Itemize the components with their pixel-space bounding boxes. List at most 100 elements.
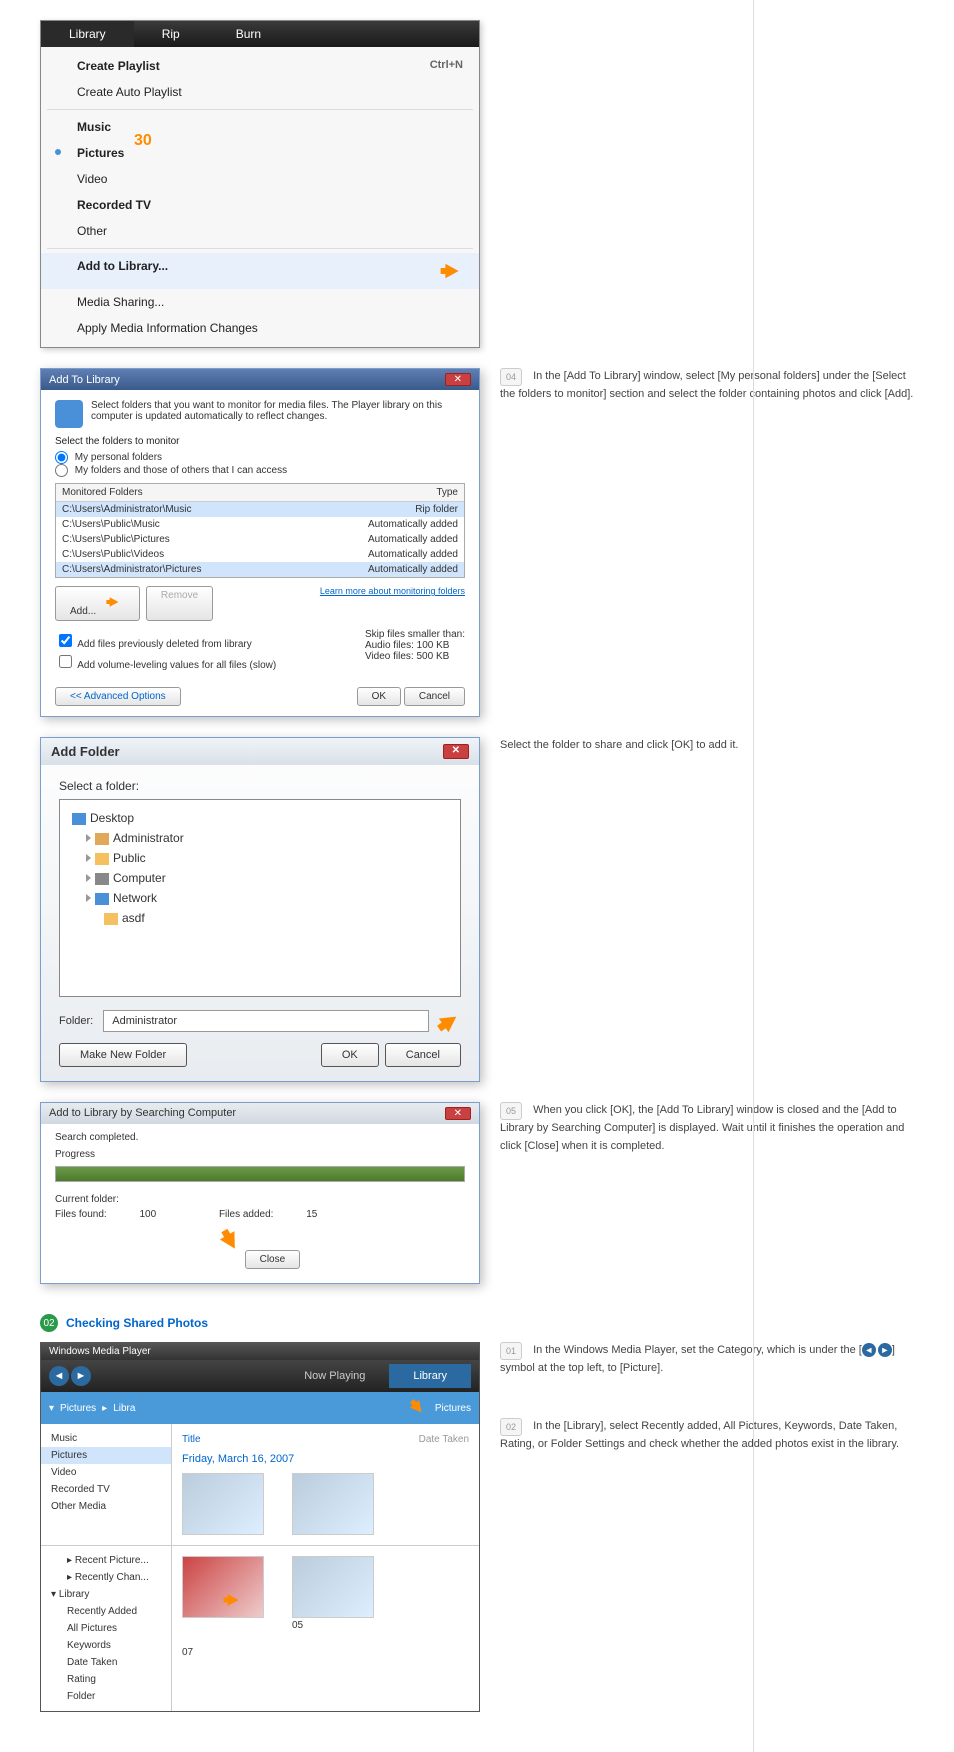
progress-bar — [55, 1166, 465, 1182]
menu-other[interactable]: Other — [41, 218, 479, 244]
add-folder-dialog: Add Folder ✕ Select a folder: Desktop Ad… — [40, 737, 480, 1082]
side-recently-changed[interactable]: ▸ Recently Chan... — [41, 1569, 171, 1586]
menu-recorded-tv[interactable]: Recorded TV — [41, 192, 479, 218]
skip-files-label: Skip files smaller than: — [365, 629, 465, 640]
cat-other-media[interactable]: Other Media — [41, 1498, 171, 1515]
tree-network[interactable]: Network — [68, 888, 452, 908]
desktop-icon — [72, 813, 86, 825]
user-icon — [95, 833, 109, 845]
date-group-header: Friday, March 16, 2007 — [182, 1453, 469, 1465]
info-icon — [55, 400, 83, 428]
tree-computer[interactable]: Computer — [68, 868, 452, 888]
learn-more-link[interactable]: Learn more about monitoring folders — [320, 586, 465, 596]
tree-administrator[interactable]: Administrator — [68, 828, 452, 848]
arrow-icon — [228, 1594, 239, 1606]
chevron-right-icon — [86, 854, 91, 862]
arrow-icon — [110, 597, 119, 607]
side-keywords[interactable]: Keywords — [41, 1637, 171, 1654]
chevron-right-icon — [86, 894, 91, 902]
cancel-button[interactable]: Cancel — [404, 687, 465, 706]
close-button[interactable]: Close — [245, 1250, 301, 1269]
side-rating[interactable]: Rating — [41, 1671, 171, 1688]
step-text: When you click [OK], the [Add To Library… — [500, 1104, 904, 1152]
thumbnail[interactable]: 07 — [182, 1556, 272, 1658]
nav-back-button[interactable]: ◄ — [49, 1366, 69, 1386]
folder-row[interactable]: C:\Users\Administrator\MusicRip folder — [56, 502, 464, 517]
radio-my-personal-folders[interactable]: My personal folders — [55, 452, 162, 463]
menu-apply-changes[interactable]: Apply Media Information Changes — [41, 315, 479, 341]
dialog-title: Add To Library — [49, 374, 120, 386]
step-number: 04 — [500, 368, 522, 386]
tab-burn[interactable]: Burn — [208, 21, 289, 47]
menu-video[interactable]: Video — [41, 166, 479, 192]
thumb-label: 07 — [182, 1647, 272, 1658]
side-recent-picture[interactable]: ▸ Recent Picture... — [41, 1552, 171, 1569]
tab-rip[interactable]: Rip — [134, 21, 208, 47]
tree-desktop[interactable]: Desktop — [68, 808, 452, 828]
close-button[interactable]: ✕ — [445, 373, 471, 386]
folder-row[interactable]: C:\Users\Administrator\PicturesAutomatic… — [56, 562, 464, 577]
step-number: 05 — [500, 1102, 522, 1120]
arrow-icon — [439, 1010, 461, 1033]
section-title: Checking Shared Photos — [66, 1316, 208, 1330]
folder-row[interactable]: C:\Users\Public\VideosAutomatically adde… — [56, 547, 464, 562]
menu-create-auto-playlist[interactable]: Create Auto Playlist — [41, 79, 479, 105]
make-new-folder-button[interactable]: Make New Folder — [59, 1043, 187, 1067]
files-found-label: Files found: — [55, 1209, 107, 1220]
menu-pictures[interactable]: Pictures — [41, 140, 479, 166]
ok-button[interactable]: OK — [321, 1043, 379, 1067]
breadcrumb-pictures2: Pictures — [435, 1403, 471, 1414]
menu-create-playlist[interactable]: Create Playlist Ctrl+N — [41, 53, 479, 79]
arrow-icon — [445, 264, 458, 278]
wmp-title: Windows Media Player — [49, 1346, 151, 1357]
menu-add-to-library[interactable]: Add to Library... — [41, 253, 479, 289]
folder-tree: Desktop Administrator Public Computer Ne… — [59, 799, 461, 997]
nav-forward-button[interactable]: ► — [71, 1366, 91, 1386]
folder-input[interactable]: Administrator — [103, 1010, 429, 1032]
add-button[interactable]: Add... — [55, 586, 140, 621]
side-all-pictures[interactable]: All Pictures — [41, 1620, 171, 1637]
ok-button[interactable]: OK — [357, 687, 401, 706]
select-folder-label: Select a folder: — [59, 779, 461, 793]
network-icon — [95, 893, 109, 905]
tree-public[interactable]: Public — [68, 848, 452, 868]
breadcrumb-libra[interactable]: Libra — [113, 1403, 135, 1414]
thumbnail[interactable] — [292, 1473, 382, 1535]
tab-library[interactable]: Library — [389, 1364, 471, 1388]
wmp-window: Windows Media Player ◄ ► Now Playing Lib… — [40, 1342, 480, 1712]
menu-music[interactable]: Music — [41, 114, 479, 140]
side-recently-added[interactable]: Recently Added — [41, 1603, 171, 1620]
cancel-button[interactable]: Cancel — [385, 1043, 461, 1067]
tab-now-playing[interactable]: Now Playing — [280, 1364, 389, 1388]
library-dropdown-menu: Library Rip Burn Create Playlist Ctrl+N … — [40, 20, 480, 348]
cat-recorded-tv[interactable]: Recorded TV — [41, 1481, 171, 1498]
close-button[interactable]: ✕ — [443, 744, 469, 759]
cat-video[interactable]: Video — [41, 1464, 171, 1481]
search-completed-label: Search completed. — [55, 1132, 465, 1143]
thumbnail[interactable]: 05 — [292, 1556, 382, 1658]
folder-row[interactable]: C:\Users\Public\MusicAutomatically added — [56, 517, 464, 532]
advanced-options-button[interactable]: << Advanced Options — [55, 687, 181, 706]
files-added-value: 15 — [306, 1209, 317, 1220]
col-type: Type — [436, 487, 458, 498]
side-date-taken[interactable]: Date Taken — [41, 1654, 171, 1671]
breadcrumb-pictures[interactable]: Pictures — [60, 1403, 96, 1414]
close-button[interactable]: ✕ — [445, 1107, 471, 1120]
tab-library[interactable]: Library — [41, 21, 134, 47]
menu-media-sharing[interactable]: Media Sharing... — [41, 289, 479, 315]
radio-my-folders-others[interactable]: My folders and those of others that I ca… — [55, 465, 287, 476]
chevron-right-icon — [86, 874, 91, 882]
folder-label: Folder: — [59, 1015, 93, 1027]
side-folder[interactable]: Folder — [41, 1688, 171, 1705]
nav-arrows-icon: ◄► — [862, 1343, 892, 1357]
remove-button[interactable]: Remove — [146, 586, 213, 621]
bullet-icon — [55, 149, 61, 155]
thumbnail[interactable] — [182, 1473, 272, 1535]
cat-pictures[interactable]: Pictures — [41, 1447, 171, 1464]
folder-row[interactable]: C:\Users\Public\PicturesAutomatically ad… — [56, 532, 464, 547]
col-title: Title — [182, 1434, 201, 1445]
dialog-title: Add to Library by Searching Computer — [49, 1107, 236, 1120]
cat-music[interactable]: Music — [41, 1430, 171, 1447]
side-library[interactable]: ▾ Library — [41, 1586, 171, 1603]
tree-asdf[interactable]: asdf — [68, 908, 452, 928]
